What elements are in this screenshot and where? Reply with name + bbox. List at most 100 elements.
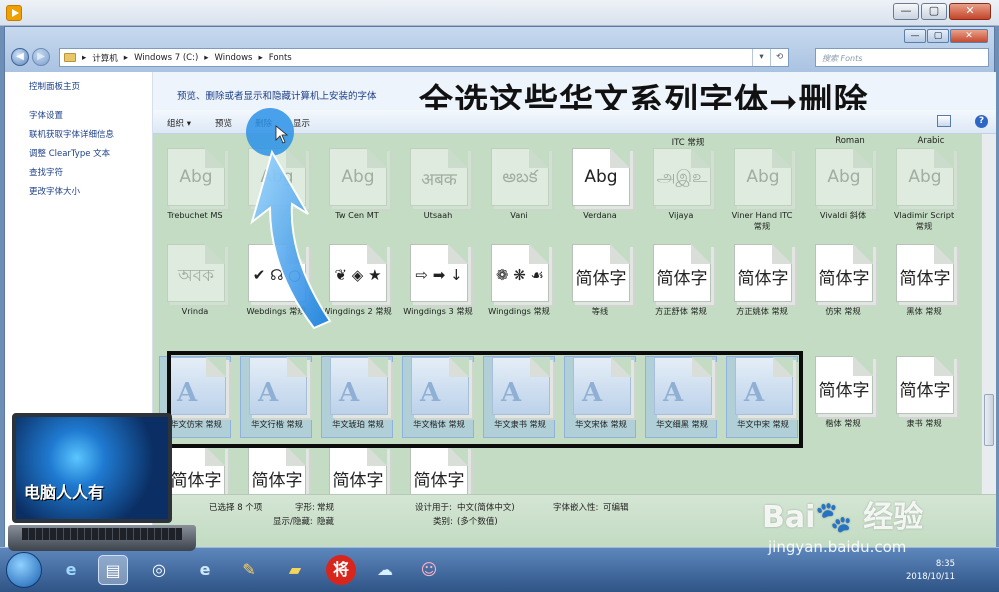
font-tile[interactable]: 简体字 隶书 常规: [888, 356, 960, 438]
font-tile[interactable]: Abg Vivaldi 斜体: [807, 148, 879, 230]
font-tile[interactable]: 简体字 方正舒体 常规: [645, 244, 717, 326]
selection-count: 已选择 8 个项: [209, 503, 263, 513]
font-tile[interactable]: ⇨ ➡ ↓ Wingdings 3 常规: [402, 244, 474, 326]
font-tile[interactable]: அஇஉ Vijaya: [645, 148, 717, 230]
embeddability-key: 字体嵌入性:: [553, 503, 599, 513]
font-sample-text: 简体字: [332, 471, 384, 491]
font-file-icon: 简体字: [248, 446, 306, 494]
embeddability-value: 可编辑: [603, 503, 629, 513]
font-tile[interactable]: 简体字 等线: [564, 244, 636, 326]
start-button[interactable]: [6, 552, 42, 588]
font-tile[interactable]: 简体字 方正姚体 常规: [726, 244, 798, 326]
folder-taskbar-icon[interactable]: ▰: [280, 555, 310, 585]
font-tile[interactable]: Abg Viner Hand ITC 常规: [726, 148, 798, 231]
close-button[interactable]: ✕: [949, 3, 991, 20]
dropdown-arrow-icon[interactable]: ▾: [752, 49, 770, 66]
maximize-button[interactable]: ▢: [921, 3, 947, 20]
font-sample-text: 简体字: [818, 381, 870, 401]
cloud-icon[interactable]: ☁: [370, 555, 400, 585]
font-name-label: Wingdings 常规: [488, 306, 550, 316]
laptop-base: [8, 525, 196, 551]
watermark-url: jingyan.baidu.com: [768, 538, 907, 556]
control-panel-home-link[interactable]: 控制面板主页: [29, 80, 152, 92]
font-sample-text: 简体字: [899, 269, 951, 289]
font-tile[interactable]: 简体字新宋体 常规: [321, 446, 393, 494]
change-view-icon[interactable]: [937, 115, 951, 127]
network-icon[interactable]: ◎: [144, 555, 174, 585]
font-tile[interactable]: অবক Vrinda: [159, 244, 231, 326]
font-tile[interactable]: 简体字 仿宋 常规: [807, 244, 879, 326]
font-tile[interactable]: 简体字微软雅黑: [240, 446, 312, 494]
game-icon[interactable]: 将: [326, 555, 356, 585]
explorer-taskbar-icon[interactable]: ▤: [98, 555, 128, 585]
font-tile[interactable]: అబక Vani: [483, 148, 555, 230]
click-highlight-circle: [246, 108, 294, 156]
font-tile[interactable]: 简体字幼圆 常规: [402, 446, 474, 494]
font-file-icon: अबक: [410, 148, 468, 206]
font-tile[interactable]: Abg Vladimir Script 常规: [888, 148, 960, 231]
address-bar[interactable]: ▸ 计算机 ▸ Windows 7 (C:) ▸ Windows ▸ Fonts…: [59, 48, 789, 67]
breadcrumb-sep-icon: ▸: [204, 52, 209, 63]
address-actions: ▾ ⟲: [752, 49, 788, 66]
font-tile[interactable]: Abg Trebuchet MS: [159, 148, 231, 230]
scrollbar-thumb[interactable]: [984, 394, 994, 446]
breadcrumb-fonts[interactable]: Fonts: [269, 53, 292, 63]
font-name-label: Wingdings 3 常规: [403, 306, 473, 316]
breadcrumb-drive[interactable]: Windows 7 (C:): [134, 53, 198, 63]
explorer-close-button[interactable]: ✕: [950, 29, 988, 43]
font-sample-text: அஇஉ: [656, 167, 708, 187]
show-hide-value: 隐藏: [317, 517, 335, 527]
mascot-icon[interactable]: ☺: [414, 555, 444, 585]
breadcrumb-windows[interactable]: Windows: [215, 53, 253, 63]
font-tile[interactable]: 简体字 楷体 常规: [807, 356, 879, 438]
font-label-partial: ITC 常规: [671, 138, 705, 148]
forward-button[interactable]: ▶: [32, 48, 50, 66]
tutorial-arrow-overlay: [246, 108, 332, 330]
font-sample-text: Abg: [179, 167, 213, 187]
explorer-maximize-button[interactable]: ▢: [927, 29, 949, 43]
minimize-button[interactable]: —: [893, 3, 919, 20]
ie-icon[interactable]: e: [56, 555, 86, 585]
system-clock[interactable]: 8:35 2018/10/11: [906, 558, 955, 584]
laptop-keyboard: [22, 528, 182, 540]
font-file-icon: Abg: [572, 148, 630, 206]
font-name-label: 黑体 常规: [906, 306, 942, 316]
laptop-screen-glow: [16, 417, 168, 519]
font-name-label: 方正姚体 常规: [736, 306, 788, 316]
font-sample-text: Abg: [584, 167, 618, 187]
font-name-label: Vladimir Script 常规: [893, 210, 955, 231]
font-name-label: Trebuchet MS: [167, 210, 223, 220]
vertical-scrollbar[interactable]: [981, 134, 996, 494]
font-tile[interactable]: 简体字 黑体 常规: [888, 244, 960, 326]
adjust-cleartype-link[interactable]: 调整 ClearType 文本: [29, 147, 152, 159]
folder-icon: [64, 53, 76, 62]
font-tile[interactable]: ❁ ❋ ☙ Wingdings 常规: [483, 244, 555, 326]
back-button[interactable]: ◀: [11, 48, 29, 66]
font-name-label: Viner Hand ITC 常规: [731, 210, 793, 231]
font-sample-text: Abg: [827, 167, 861, 187]
breadcrumb-sep-icon: ▸: [258, 52, 263, 63]
organize-button[interactable]: 组织 ▾: [167, 117, 191, 129]
search-input[interactable]: 搜索 Fonts: [815, 48, 989, 67]
font-tile[interactable]: अबक Utsaah: [402, 148, 474, 230]
font-sample-text: ⇨ ➡ ↓: [415, 266, 463, 284]
find-character-link[interactable]: 查找字符: [29, 166, 152, 178]
font-sample-text: অবক: [177, 266, 215, 286]
help-icon[interactable]: ?: [975, 115, 988, 128]
paint-icon[interactable]: ✎: [234, 555, 264, 585]
font-file-icon: 简体字: [815, 356, 873, 414]
category-value: (多个数值): [457, 517, 498, 527]
get-font-info-online-link[interactable]: 联机获取字体详细信息: [29, 128, 152, 140]
font-file-icon: 简体字: [653, 244, 711, 302]
browser-icon[interactable]: e: [190, 555, 220, 585]
font-file-icon: 简体字: [815, 244, 873, 302]
font-file-icon: Abg: [815, 148, 873, 206]
breadcrumb-computer[interactable]: 计算机: [92, 52, 118, 64]
clock-date: 2018/10/11: [906, 572, 955, 582]
font-file-icon: அஇஉ: [653, 148, 711, 206]
explorer-minimize-button[interactable]: —: [904, 29, 926, 43]
font-tile[interactable]: Abg Verdana: [564, 148, 636, 230]
font-settings-link[interactable]: 字体设置: [29, 109, 152, 121]
change-font-size-link[interactable]: 更改字体大小: [29, 185, 152, 197]
refresh-icon[interactable]: ⟲: [770, 49, 788, 66]
